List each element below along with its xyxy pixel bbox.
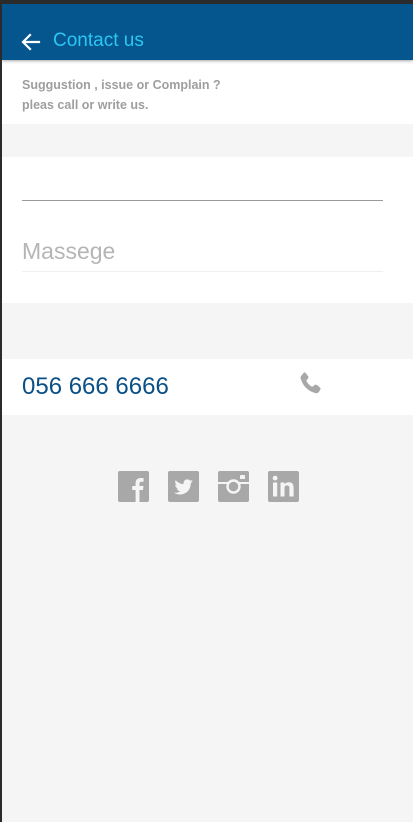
contact-form xyxy=(2,157,413,303)
phone-icon[interactable] xyxy=(296,370,324,398)
intro-text-line-1: Suggustion , issue or Complain ? xyxy=(22,78,221,92)
page-title: Contact us xyxy=(53,30,144,51)
back-button[interactable] xyxy=(20,32,42,52)
contact-screen: Contact us Suggustion , issue or Complai… xyxy=(2,4,413,822)
intro-text-line-2: pleas call or write us. xyxy=(22,98,149,112)
phone-number-link[interactable]: 056 666 6666 xyxy=(22,373,169,401)
intro-section: Suggustion , issue or Complain ? pleas c… xyxy=(2,60,413,124)
linkedin-icon[interactable] xyxy=(268,471,299,502)
arrow-left-icon xyxy=(21,33,41,51)
instagram-icon[interactable] xyxy=(218,471,249,502)
twitter-icon[interactable] xyxy=(168,471,199,502)
facebook-icon[interactable] xyxy=(118,471,149,502)
first-input-field[interactable] xyxy=(22,200,383,201)
message-input[interactable] xyxy=(22,231,383,272)
phone-section: 056 666 6666 xyxy=(2,359,413,415)
social-links xyxy=(2,471,413,503)
app-bar: Contact us xyxy=(2,4,413,60)
